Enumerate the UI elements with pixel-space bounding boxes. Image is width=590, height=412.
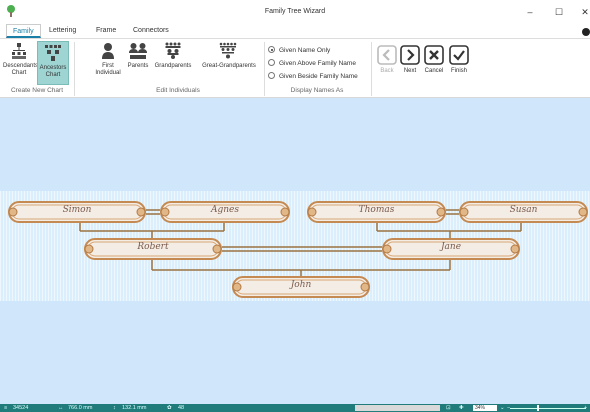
cancel-x-icon xyxy=(424,45,444,65)
plaque-susan[interactable]: Susan xyxy=(459,201,588,223)
plaque-robert[interactable]: Robert xyxy=(84,238,222,260)
radio-given-beside-family[interactable]: Given Beside Family Name xyxy=(268,72,358,82)
parents-label: Parents xyxy=(127,63,149,69)
create-new-chart-group-label: Create New Chart xyxy=(10,87,64,94)
plaque-thomas[interactable]: Thomas xyxy=(307,201,446,223)
edit-individuals-group-label: Edit Individuals xyxy=(156,87,200,94)
ribbon-separator xyxy=(371,42,372,96)
next-arrow-icon xyxy=(400,45,420,65)
first-individual-button[interactable]: First Individual xyxy=(93,42,123,84)
chart-canvas[interactable]: Simon Agnes Thomas Susan Robert Jane Joh… xyxy=(0,98,590,404)
descendants-chart-icon xyxy=(12,43,26,59)
minimize-button[interactable]: – xyxy=(523,6,537,18)
descendants-label-2: Chart xyxy=(11,70,27,76)
radio-button[interactable] xyxy=(268,59,275,66)
grandparents-button[interactable]: Grandparents xyxy=(152,42,194,84)
back-arrow-icon xyxy=(377,45,397,65)
ancestors-chart-icon xyxy=(45,45,61,61)
zoom-slider-thumb[interactable] xyxy=(537,405,539,411)
stitch-count: 34524 xyxy=(13,405,29,411)
status-bar: ≡ 34524 ↔ 766.0 mm ↕ 132.1 mm ✿ 48 ⊡ ✚ 3… xyxy=(0,404,590,412)
finish-check-icon xyxy=(449,45,469,65)
design-width: 766.0 mm xyxy=(68,405,93,411)
tab-frame[interactable]: Frame xyxy=(90,24,122,38)
plaque-agnes[interactable]: Agnes xyxy=(160,201,290,223)
width-icon: ↔ xyxy=(58,405,64,411)
descendants-label-1: Descendants xyxy=(3,63,39,69)
tab-connectors[interactable]: Connectors xyxy=(127,24,175,38)
next-label: Next xyxy=(403,68,417,74)
ancestors-label-1: Ancestors xyxy=(39,65,67,71)
zoom-in-icon[interactable]: + xyxy=(584,404,587,412)
person-name: Simon xyxy=(62,205,92,215)
person-name: Agnes xyxy=(210,205,239,215)
radio-given-name-only[interactable]: Given Name Only xyxy=(268,46,330,56)
title-bar: Family Tree Wizard – ☐ ✕ xyxy=(0,0,590,24)
great-grandparents-label: Great-Grandparents xyxy=(202,63,256,69)
finish-label: Finish xyxy=(450,68,467,74)
plaque-john[interactable]: John xyxy=(232,276,370,298)
radio-label: Given Name Only xyxy=(279,47,331,54)
design-height: 132.1 mm xyxy=(122,405,147,411)
person-name: Robert xyxy=(137,242,169,252)
maximize-button[interactable]: ☐ xyxy=(552,6,566,18)
close-button[interactable]: ✕ xyxy=(578,6,590,18)
great-grandparents-button[interactable]: Great-Grandparents xyxy=(195,42,263,84)
ribbon-separator xyxy=(264,42,265,96)
zoom-plus-icon[interactable]: ✚ xyxy=(459,404,464,412)
color-count: 48 xyxy=(178,405,185,411)
radio-label: Given Beside Family Name xyxy=(279,73,358,80)
zoom-slider[interactable] xyxy=(510,408,586,409)
parents-button[interactable]: Parents xyxy=(125,42,151,84)
person-icon xyxy=(102,43,114,59)
radio-button[interactable] xyxy=(268,46,275,53)
radio-button[interactable] xyxy=(268,72,275,79)
person-name: Susan xyxy=(509,205,538,215)
display-names-group-label: Display Names As xyxy=(290,87,344,94)
plaque-simon[interactable]: Simon xyxy=(8,201,146,223)
person-name: John xyxy=(290,280,312,290)
grandparents-icon xyxy=(165,42,181,59)
ancestors-label-2: Chart xyxy=(45,72,61,78)
person-name: Jane xyxy=(440,242,462,252)
person-name: Thomas xyxy=(358,205,395,215)
zoom-value: 34% xyxy=(475,405,486,411)
radio-given-above-family[interactable]: Given Above Family Name xyxy=(268,59,356,69)
cancel-label: Cancel xyxy=(424,68,444,74)
parents-icon xyxy=(129,43,147,59)
ribbon-panel: Descendants Chart Ancestors Chart Create… xyxy=(0,38,590,98)
ancestors-chart-button[interactable]: Ancestors Chart xyxy=(37,41,69,85)
plaque-jane[interactable]: Jane xyxy=(382,238,520,260)
zoom-select[interactable]: 34% xyxy=(473,405,497,411)
tab-lettering[interactable]: Lettering xyxy=(43,24,82,38)
status-field xyxy=(355,405,440,411)
stitch-count-icon: ≡ xyxy=(4,405,8,411)
first-individual-label-1: First xyxy=(102,63,114,69)
zoom-dropdown-icon[interactable]: ⌄ xyxy=(500,404,505,412)
ribbon-separator xyxy=(74,42,75,96)
great-grandparents-icon xyxy=(219,42,237,59)
help-icon[interactable] xyxy=(582,28,590,36)
zoom-fit-icon[interactable]: ⊡ xyxy=(446,404,451,412)
tab-family[interactable]: Family xyxy=(6,24,41,38)
radio-label: Given Above Family Name xyxy=(279,60,356,67)
descendants-chart-button[interactable]: Descendants Chart xyxy=(3,42,39,84)
grandparents-label: Grandparents xyxy=(154,63,192,69)
ribbon-tabs: Family Lettering Frame Connectors xyxy=(0,24,590,38)
back-label: Back xyxy=(380,68,394,74)
first-individual-label-2: Individual xyxy=(95,70,121,76)
height-icon: ↕ xyxy=(113,405,116,411)
window-title: Family Tree Wizard xyxy=(264,8,326,15)
color-palette-icon: ✿ xyxy=(167,405,172,411)
